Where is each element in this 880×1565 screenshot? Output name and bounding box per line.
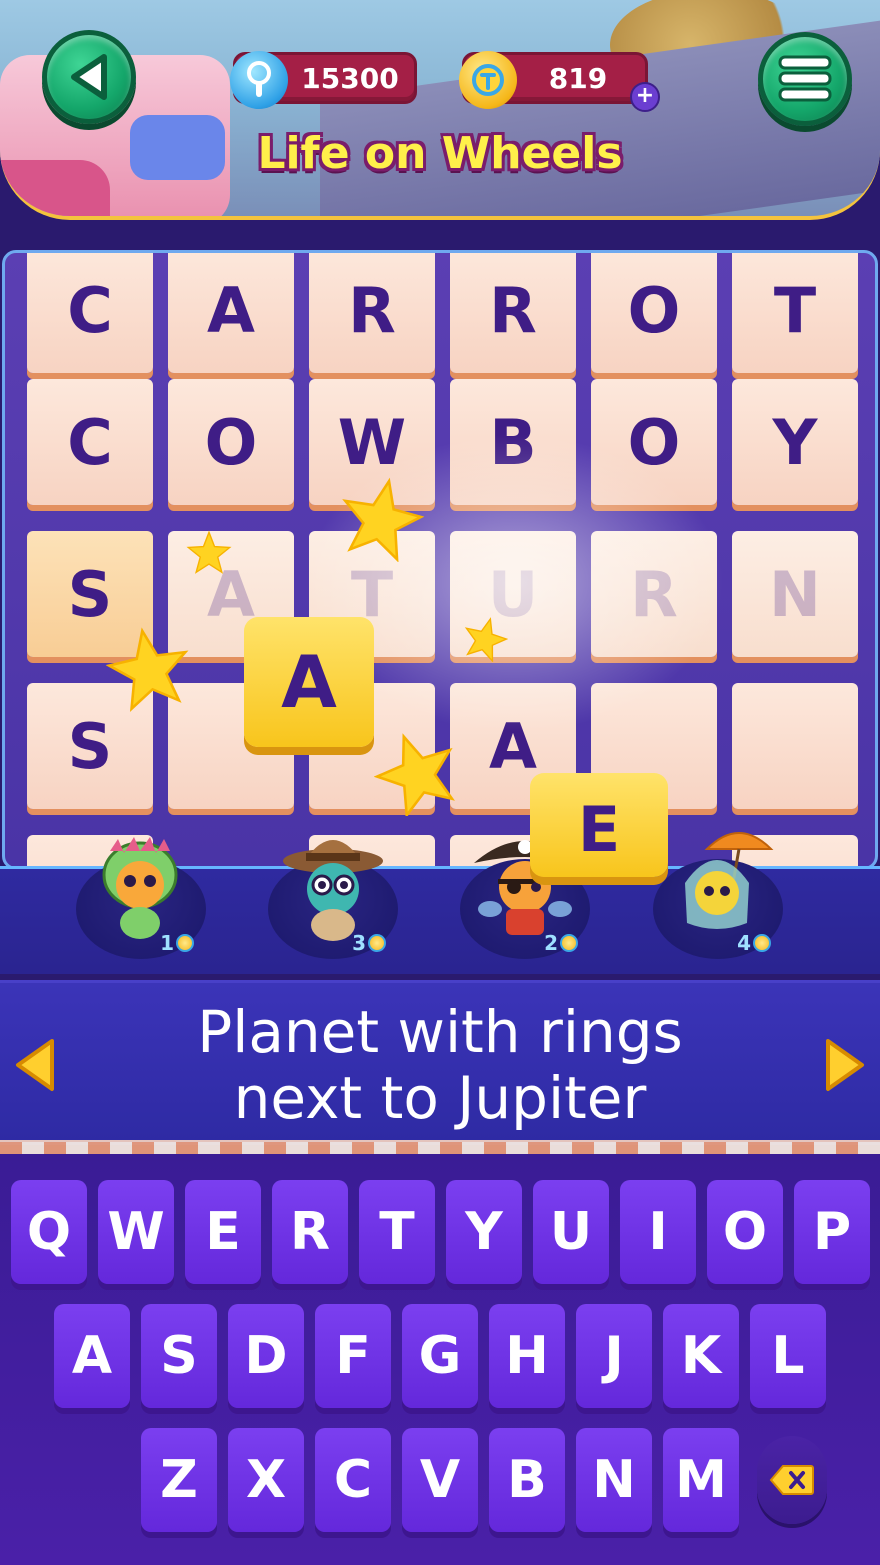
- letter-key[interactable]: M: [663, 1428, 739, 1532]
- coin-icon: [560, 934, 578, 952]
- letter-key[interactable]: T: [359, 1180, 435, 1284]
- backspace-key[interactable]: [757, 1436, 827, 1524]
- letter-key[interactable]: S: [141, 1304, 217, 1408]
- board-tile[interactable]: N: [732, 531, 858, 657]
- letter-key[interactable]: N: [576, 1428, 652, 1532]
- clue-text: Planet with rings next to Jupiter: [120, 999, 760, 1131]
- gem-icon: [230, 51, 288, 109]
- letter-key[interactable]: D: [228, 1304, 304, 1408]
- coins-counter: 819: [459, 51, 648, 109]
- letter-key[interactable]: Q: [11, 1180, 87, 1284]
- letter-key[interactable]: W: [98, 1180, 174, 1284]
- board-tile[interactable]: Y: [732, 379, 858, 505]
- letter-key[interactable]: G: [402, 1304, 478, 1408]
- board-tile[interactable]: C: [27, 379, 153, 505]
- add-coins-button[interactable]: +: [630, 82, 660, 112]
- umbrella-helper-button[interactable]: 4: [653, 831, 783, 969]
- letter-key[interactable]: P: [794, 1180, 870, 1284]
- level-header: 15300 819 + Life on Wheels: [0, 0, 880, 220]
- board-tile[interactable]: O: [591, 379, 717, 505]
- explorer-character-icon: [283, 840, 383, 941]
- board-tile[interactable]: O: [168, 379, 294, 505]
- clue-line-2: next to Jupiter: [233, 1064, 647, 1132]
- board-tile[interactable]: B: [450, 379, 576, 505]
- letter-key[interactable]: R: [272, 1180, 348, 1284]
- letter-key[interactable]: A: [54, 1304, 130, 1408]
- coin-icon: [753, 934, 771, 952]
- helper-cost: 3: [352, 931, 386, 955]
- letter-key[interactable]: U: [533, 1180, 609, 1284]
- flying-letter-tile: A: [244, 617, 374, 747]
- helper-cost: 1: [160, 931, 194, 955]
- letter-key[interactable]: H: [489, 1304, 565, 1408]
- board-tile[interactable]: R: [309, 253, 435, 373]
- helpers-bar: 1 3 2 4: [0, 832, 880, 974]
- letter-key[interactable]: I: [620, 1180, 696, 1284]
- star-sparkle-icon: [374, 733, 455, 816]
- letter-key[interactable]: E: [185, 1180, 261, 1284]
- letter-key[interactable]: K: [663, 1304, 739, 1408]
- coin-icon: [368, 934, 386, 952]
- umbrella-character-icon: [685, 832, 774, 929]
- letter-key[interactable]: V: [402, 1428, 478, 1532]
- letter-key[interactable]: C: [315, 1428, 391, 1532]
- helper-cost: 4: [737, 931, 771, 955]
- board-tile[interactable]: A: [168, 253, 294, 373]
- letter-key[interactable]: B: [489, 1428, 565, 1532]
- helper-cost: 2: [544, 931, 578, 955]
- letter-key[interactable]: J: [576, 1304, 652, 1408]
- clue-panel: Planet with rings next to Jupiter: [0, 980, 880, 1145]
- star-sparkle-icon: [186, 530, 232, 574]
- coin-icon: [176, 934, 194, 952]
- explorer-helper-button[interactable]: 3: [268, 831, 398, 969]
- letter-key[interactable]: L: [750, 1304, 826, 1408]
- clue-line-1: Planet with rings: [197, 998, 683, 1066]
- letter-key[interactable]: Y: [446, 1180, 522, 1284]
- back-arrow-icon: [71, 54, 107, 100]
- board-tile[interactable]: C: [27, 253, 153, 373]
- board-tile[interactable]: O: [591, 253, 717, 373]
- gems-counter: 15300: [230, 51, 417, 109]
- dino-character-icon: [102, 837, 178, 939]
- letter-key[interactable]: F: [315, 1304, 391, 1408]
- star-sparkle-icon: [106, 627, 189, 712]
- board-tile[interactable]: R: [591, 531, 717, 657]
- next-clue-arrow-icon[interactable]: [820, 1035, 868, 1095]
- previous-clue-arrow-icon[interactable]: [12, 1035, 60, 1095]
- star-sparkle-icon: [464, 617, 508, 662]
- board-tile[interactable]: R: [450, 253, 576, 373]
- letter-keyboard: QWERTYUIOP ASDFGHJKL ZXCVBNM: [0, 1154, 880, 1565]
- menu-button[interactable]: [758, 32, 852, 126]
- clue-divider: [0, 1140, 880, 1154]
- letter-key[interactable]: O: [707, 1180, 783, 1284]
- dino-helper-button[interactable]: 1: [76, 831, 206, 969]
- letter-key[interactable]: Z: [141, 1428, 217, 1532]
- coin-icon: [459, 51, 517, 109]
- flying-letter-tile: E: [530, 773, 668, 877]
- hamburger-menu-icon: [778, 55, 832, 102]
- board-tile[interactable]: T: [732, 253, 858, 373]
- star-sparkle-icon: [342, 477, 424, 562]
- backspace-icon: [769, 1465, 814, 1495]
- level-title: Life on Wheels: [257, 128, 623, 179]
- board-tile[interactable]: [732, 683, 858, 809]
- letter-key[interactable]: X: [228, 1428, 304, 1532]
- back-button[interactable]: [42, 30, 136, 124]
